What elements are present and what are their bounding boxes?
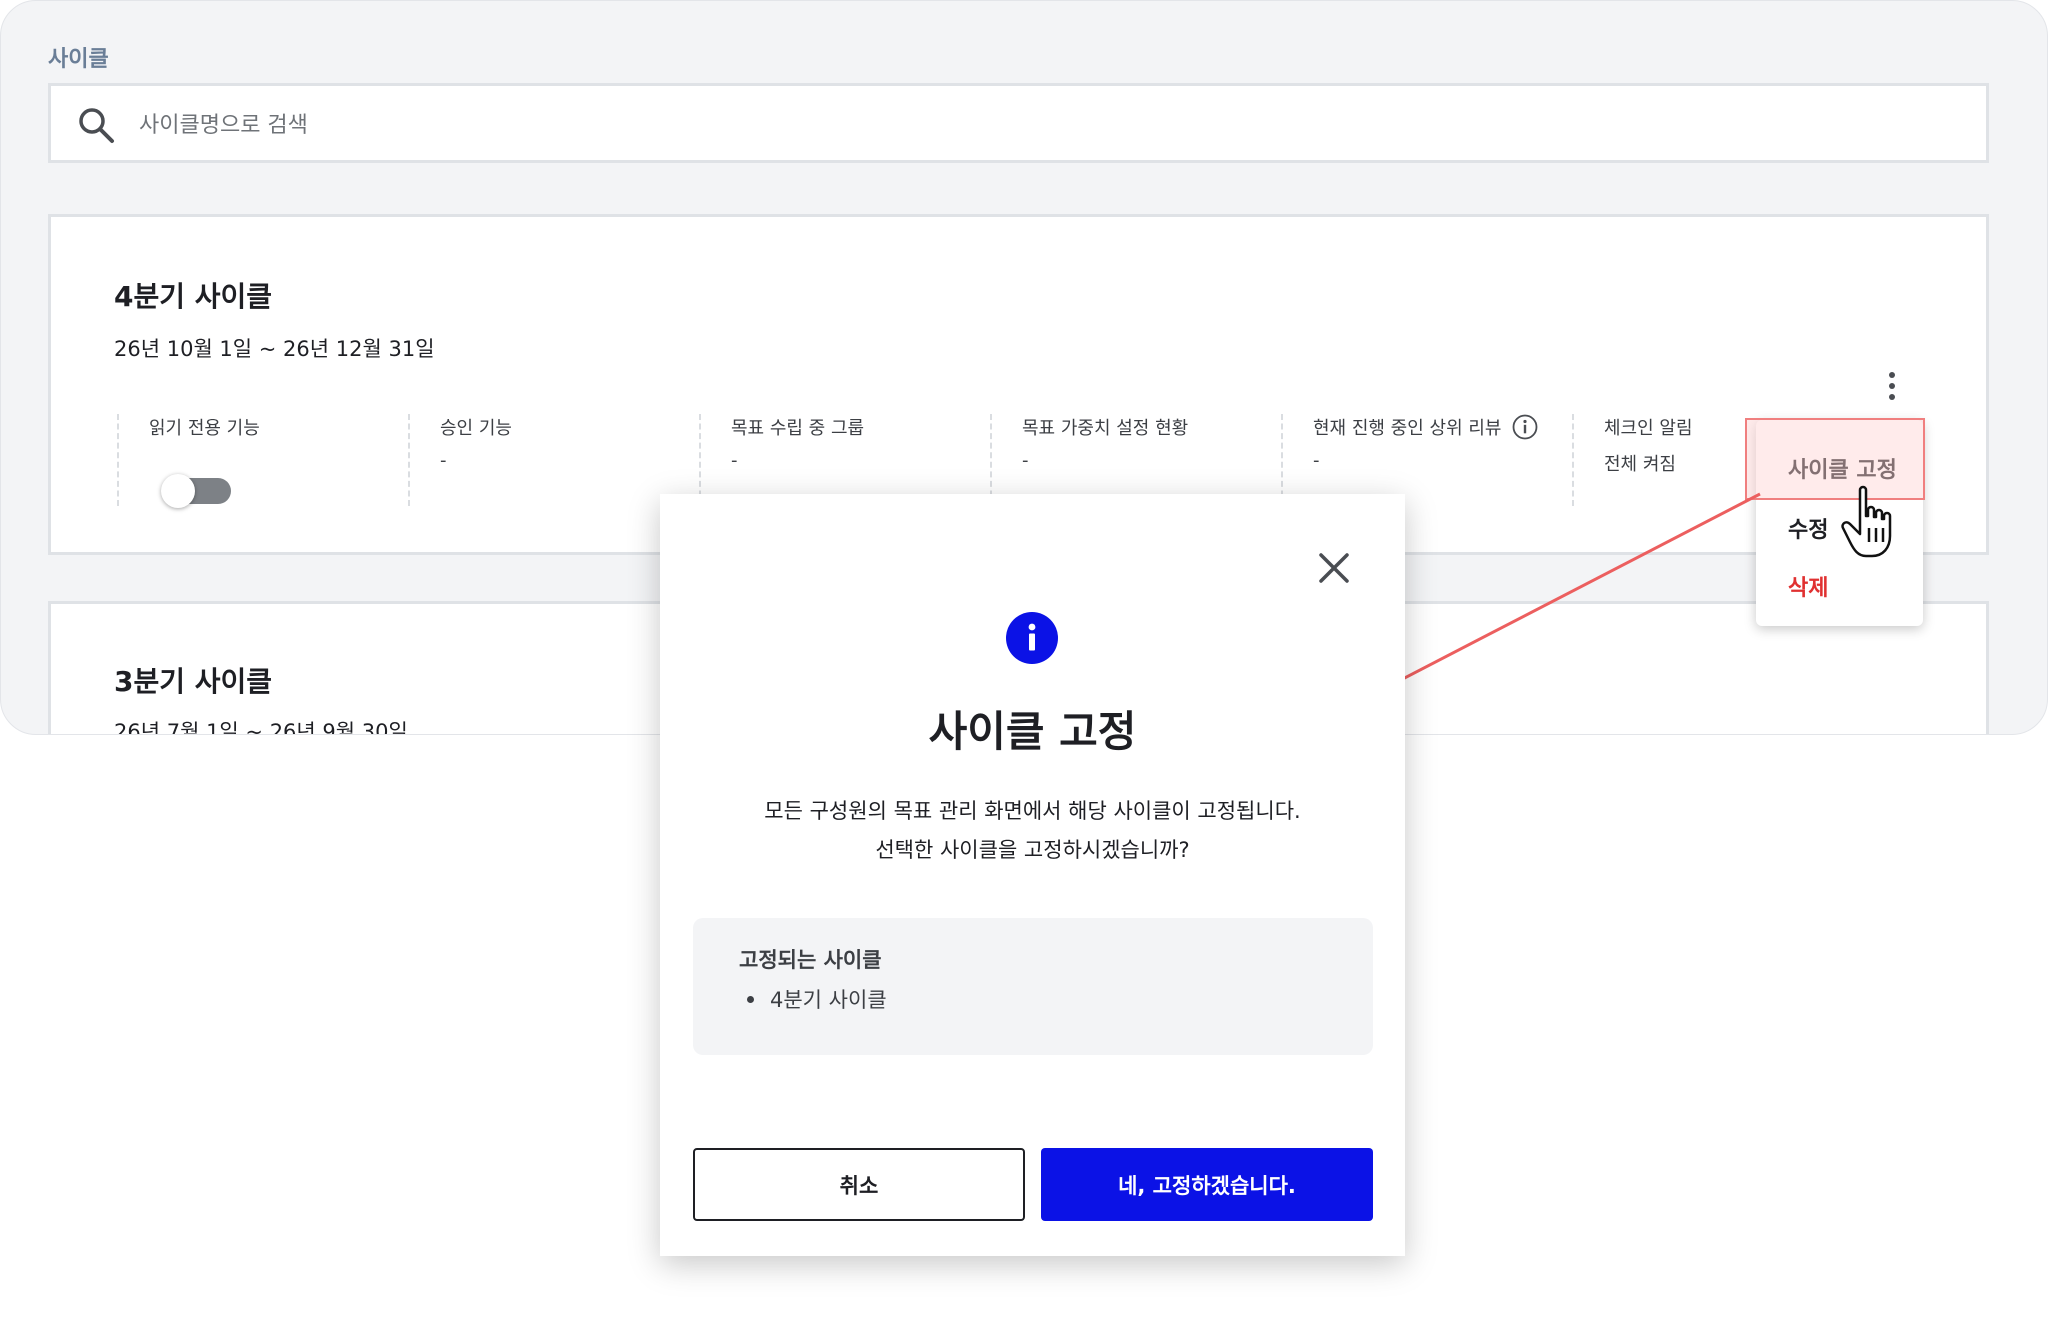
stat-label: 체크인 알림 <box>1604 418 1693 439</box>
pinned-cycle-item: 4분기 사이클 <box>747 984 887 1014</box>
toggle-knob <box>161 474 195 508</box>
stat-label: 목표 가중치 설정 현황 <box>1022 418 1189 439</box>
info-outline-icon[interactable] <box>1512 414 1538 440</box>
menu-item-delete[interactable]: 삭제 <box>1788 570 1828 602</box>
search-box[interactable] <box>48 83 1989 163</box>
stat-label: 승인 기능 <box>440 418 512 439</box>
dialog-description-line: 선택한 사이클을 고정하시겠습니까? <box>875 838 1190 862</box>
menu-item-edit[interactable]: 수정 <box>1788 512 1828 544</box>
pinned-cycle-box-title: 고정되는 사이클 <box>739 948 882 972</box>
dialog-description-line: 모든 구성원의 목표 관리 화면에서 해당 사이클이 고정됩니다. <box>764 799 1301 823</box>
cycle-date-range: 26년 10월 1일 ~ 26년 12월 31일 <box>114 337 435 361</box>
stat-upper-review: 현재 진행 중인 상위 리뷰 - <box>1281 414 1573 506</box>
stat-value: 전체 켜짐 <box>1604 454 1676 475</box>
cycle-title: 3분기 사이클 <box>114 665 273 698</box>
read-only-toggle[interactable] <box>159 474 231 508</box>
cycle-title: 4분기 사이클 <box>114 280 273 313</box>
search-icon <box>79 108 114 143</box>
stat-goal-weight: 목표 가중치 설정 현황 - <box>990 414 1282 506</box>
stat-value: - <box>440 450 447 471</box>
confirm-pin-button[interactable]: 네, 고정하겠습니다. <box>1041 1148 1373 1221</box>
close-icon[interactable] <box>1316 550 1352 586</box>
more-options-icon[interactable] <box>1877 369 1907 403</box>
pin-cycle-dialog: 사이클 고정 모든 구성원의 목표 관리 화면에서 해당 사이클이 고정됩니다.… <box>660 494 1405 1256</box>
section-label: 사이클 <box>48 47 109 72</box>
stat-value: - <box>731 450 738 471</box>
dialog-title: 사이클 고정 <box>928 707 1137 756</box>
stat-goal-setting-group: 목표 수립 중 그룹 - <box>699 414 991 506</box>
stat-value: - <box>1313 450 1320 471</box>
hand-pointer-icon <box>1841 485 1892 558</box>
stat-label: 현재 진행 중인 상위 리뷰 <box>1313 414 1538 440</box>
cancel-button[interactable]: 취소 <box>693 1148 1025 1221</box>
dialog-description: 모든 구성원의 목표 관리 화면에서 해당 사이클이 고정됩니다. 선택한 사이… <box>660 792 1405 870</box>
cycle-date-range: 26년 7월 1일 ~ 26년 9월 30일 <box>114 720 408 735</box>
stat-label: 목표 수립 중 그룹 <box>731 418 865 439</box>
bullet-icon <box>747 995 754 1003</box>
stat-value: - <box>1022 450 1029 471</box>
stat-label: 읽기 전용 기능 <box>149 418 260 439</box>
search-input[interactable] <box>137 104 1941 146</box>
pinned-cycle-box: 고정되는 사이클 4분기 사이클 <box>693 918 1373 1055</box>
info-icon <box>1006 612 1058 664</box>
stat-approval: 승인 기능 - <box>408 414 700 506</box>
